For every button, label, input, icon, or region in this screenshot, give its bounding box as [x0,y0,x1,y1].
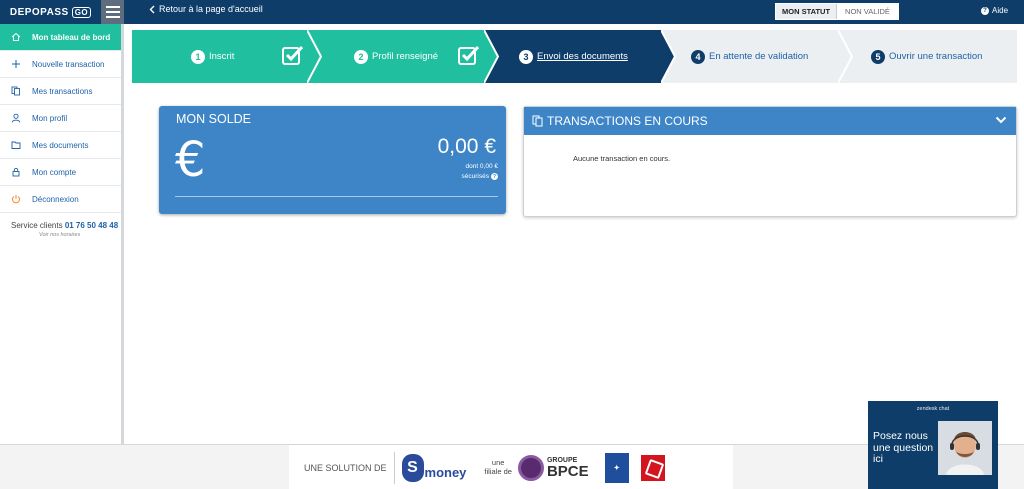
sidebar-item-dashboard[interactable]: Mon tableau de bord [0,24,121,51]
balance-card: MON SOLDE € 0,00 € dont 0,00 € sécurisés… [159,106,506,214]
transactions-title: TRANSACTIONS EN COURS [547,114,708,128]
step-number: 5 [871,49,885,64]
divider [393,451,395,484]
checkbox-checked-icon [282,45,304,65]
chevron-down-icon[interactable] [995,114,1007,126]
documents-icon [10,86,22,96]
sidebar-item-account[interactable]: Mon compte [0,159,121,186]
logo-text: DEPOPASS [9,6,69,18]
subsidiary-line: filiale de [484,466,512,476]
power-icon [10,194,22,204]
logo-glyph-icon: GO [71,6,92,18]
service-label: Service clients [11,221,63,230]
status-value: NON VALIDÉ [836,4,898,19]
step-number: 4 [691,49,705,64]
step-profile: 2 Profil renseigné [307,30,498,83]
step-pending-validation: 4 En attente de validation [661,30,852,83]
bpce-emblem-icon [517,454,544,481]
sidebar-item-label: Mon profil [32,113,68,123]
step-label: Inscrit [209,51,235,62]
caisse-epargne-logo [640,454,665,481]
chat-message: Posez nous une question ici [873,430,934,466]
smoney-logo: S money [401,453,467,482]
bpce-text: BPCE [546,462,589,480]
banque-populaire-logo: ✦ [604,452,629,483]
smoney-s: S [401,453,424,482]
sidebar-item-label: Nouvelle transaction [32,59,105,69]
secured-label: sécurisés [461,173,489,180]
secured-info: sécurisés ? [462,173,498,180]
lock-icon [10,167,22,177]
user-icon [10,113,22,123]
balance-title: MON SOLDE [176,112,252,126]
sidebar-item-transactions[interactable]: Mes transactions [0,78,121,105]
progress-stepper: 1 Inscrit 2 Profil renseigné 3 Envoi des… [132,30,1017,83]
status-indicator: MON STATUT NON VALIDÉ [775,3,899,20]
smoney-text: money [424,465,467,480]
sidebar-item-profile[interactable]: Mon profil [0,105,121,132]
step-label: Profil renseigné [372,51,439,62]
step-number: 1 [191,49,205,64]
transactions-panel: TRANSACTIONS EN COURS Aucune transaction… [523,106,1017,217]
chevron-left-icon [149,5,155,13]
balance-amount: 0,00 € [437,135,496,158]
service-phone-link[interactable]: 01 76 50 48 48 [65,221,118,230]
partners-banner: UNE SOLUTION DE S money une filiale de G… [289,445,733,489]
transactions-header[interactable]: TRANSACTIONS EN COURS [524,107,1016,135]
documents-icon [532,115,543,127]
step-label: Envoi des documents [537,51,628,62]
info-icon[interactable]: ? [491,173,498,180]
step-label: Ouvrir une transaction [889,51,983,62]
sidebar-item-label: Mes documents [32,140,89,150]
customer-service: Service clients 01 76 50 48 48 Voir nos … [0,213,121,238]
menu-toggle-button[interactable] [101,0,124,24]
status-label: MON STATUT [776,4,837,19]
sidebar-item-label: Déconnexion [32,194,79,204]
home-icon [10,32,22,42]
back-to-home-link[interactable]: Retour à la page d'accueil [149,4,263,14]
agent-avatar [938,421,992,475]
sidebar-item-logout[interactable]: Déconnexion [0,186,121,213]
checkbox-checked-icon [458,45,480,65]
top-bar: DEPOPASS GO Retour à la page d'accueil M… [0,0,1024,24]
depopass-logo[interactable]: DEPOPASS GO [0,0,101,24]
sidebar-item-label: Mes transactions [32,86,93,96]
step-registered: 1 Inscrit [132,30,321,83]
help-label: Aide [992,6,1009,15]
step-open-transaction: 5 Ouvrir une transaction [838,30,1017,83]
help-link[interactable]: ? Aide [981,6,1008,15]
step-number: 3 [519,49,533,64]
sidebar-item-label: Mon compte [32,167,77,177]
sidebar: Mon tableau de bord Nouvelle transaction… [0,24,124,445]
chat-title: zendesk chat [916,406,950,412]
transactions-empty-text: Aucune transaction en cours. [573,154,671,163]
sidebar-item-documents[interactable]: Mes documents [0,132,121,159]
bpce-logo: GROUPE BPCE [517,454,589,481]
step-label: En attente de validation [709,51,809,62]
chat-widget[interactable]: zendesk chat Posez nous une question ici [868,401,998,489]
sidebar-item-new-transaction[interactable]: Nouvelle transaction [0,51,121,78]
solution-text: UNE SOLUTION DE [304,462,387,473]
step-number: 2 [354,49,368,64]
plus-icon [10,59,22,69]
subsidiary-text: une filiale de [484,458,512,476]
step-documents[interactable]: 3 Envoi des documents [484,30,675,83]
back-link-label: Retour à la page d'accueil [159,4,263,14]
service-hours-link[interactable]: Voir nos horaires [11,232,121,238]
euro-symbol: € [175,132,206,188]
folder-icon [10,140,22,150]
divider [175,196,498,197]
help-icon: ? [981,6,989,15]
sidebar-item-label: Mon tableau de bord [32,32,111,42]
secured-amount: dont 0,00 € [465,163,498,170]
